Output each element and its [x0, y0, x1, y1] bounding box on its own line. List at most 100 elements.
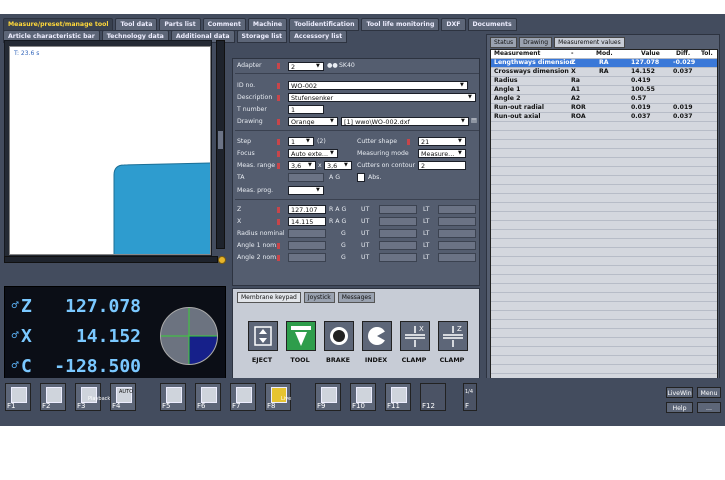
menu-button[interactable]: Menu [697, 387, 721, 398]
id-field[interactable]: WO-002 ▼ [288, 81, 468, 90]
tab-storage-list[interactable]: Storage list [236, 30, 288, 43]
tab-messages[interactable]: Messages [337, 292, 376, 303]
help-button[interactable]: Help [666, 402, 693, 413]
meas-range-a-select[interactable]: 3,6 ▼ [288, 161, 316, 170]
brake-button[interactable] [324, 321, 354, 351]
tab-tool-life-monitoring[interactable]: Tool life monitoring [361, 18, 440, 31]
f1-key[interactable]: F1 [5, 383, 31, 411]
col-value[interactable]: Value [641, 50, 660, 58]
viewer-vertical-scrollbar[interactable] [216, 40, 225, 249]
radius-lt-field[interactable] [438, 229, 476, 238]
x-lt-field[interactable] [438, 217, 476, 226]
measuring-mode-select[interactable]: Measure... ▼ [418, 149, 466, 158]
angle-2-nominal-label: Angle 2 nom. [237, 254, 279, 261]
cutters-on-contour-field[interactable]: 2 [418, 161, 466, 170]
viewer-reset-button[interactable] [218, 256, 226, 264]
meas-prog-select[interactable]: ▼ [288, 186, 324, 195]
tab-accessory-list[interactable]: Accessory list [289, 30, 348, 43]
table-row[interactable]: Angle 2 A2 0.57 [491, 95, 717, 103]
tab-drawing[interactable]: Drawing [519, 37, 553, 48]
meas-range-b-select[interactable]: 3,6 ▼ [324, 161, 352, 170]
table-row[interactable]: Run-out radial ROR 0.019 0.019 [491, 104, 717, 112]
f7-key[interactable]: F7 [230, 383, 256, 411]
col-measurement[interactable]: Measurement [494, 50, 540, 58]
clamp-z-button[interactable]: Z [438, 321, 468, 351]
angle-1-nominal-field[interactable] [288, 241, 326, 250]
radius-ut-field[interactable] [379, 229, 417, 238]
table-row[interactable]: Run-out axial ROA 0.037 0.037 [491, 113, 717, 121]
tab-joystick[interactable]: Joystick [303, 292, 335, 303]
f8-key[interactable]: Live F8 [265, 383, 291, 411]
t-number-label: T number [237, 106, 267, 113]
f11-key[interactable]: F11 [385, 383, 411, 411]
x-nominal-field[interactable]: 14.115 [288, 217, 326, 226]
livewin-button[interactable]: LiveWin [666, 387, 693, 398]
focus-select[interactable]: Auto exte... ▼ [288, 149, 338, 158]
f10-key[interactable]: F10 [350, 383, 376, 411]
tab-membrane-keypad[interactable]: Membrane keypad [237, 292, 301, 303]
angle-2-lt-field[interactable] [438, 253, 476, 262]
measurement-tabs: Status Drawing Measurement values [490, 37, 625, 48]
dro-value: 14.152 [75, 326, 141, 347]
col-symbol[interactable]: - [571, 50, 574, 58]
table-gridline [491, 112, 717, 113]
x-ut-field[interactable] [379, 217, 417, 226]
radius-nominal-field[interactable] [288, 229, 326, 238]
z-flags: R A G [329, 206, 347, 213]
step-select[interactable]: 1 ▼ [288, 137, 314, 146]
f3-key[interactable]: Playback F3 [75, 383, 110, 411]
z-lt-field[interactable] [438, 205, 476, 214]
f5-key[interactable]: F5 [160, 383, 186, 411]
tool-button[interactable] [286, 321, 316, 351]
folder-icon[interactable]: ▤ [471, 117, 477, 124]
ta-ag-flags: A G [329, 174, 340, 181]
ta-field[interactable] [288, 173, 324, 182]
col-diff[interactable]: Diff. [676, 50, 690, 58]
f6-key[interactable]: F6 [195, 383, 221, 411]
t-number-field[interactable]: 1 [288, 105, 324, 114]
clamp-x-button[interactable]: X [400, 321, 430, 351]
viewer-horizontal-scrollbar[interactable] [4, 256, 218, 263]
f12-key[interactable]: F12 [420, 383, 446, 411]
table-row[interactable]: Angle 1 A1 100.55 [491, 86, 717, 94]
col-tol[interactable]: Tol. [701, 50, 713, 58]
dro-value: 127.078 [65, 296, 141, 317]
abs-checkbox[interactable] [357, 173, 365, 182]
cutter-shape-select[interactable]: 21 ▼ [418, 137, 466, 146]
tab-measurement-values[interactable]: Measurement values [554, 37, 625, 48]
drawing-color-select[interactable]: Orange ▼ [288, 117, 338, 126]
z-nominal-field[interactable]: 127.107 [288, 205, 326, 214]
angle-1-ut-label: UT [361, 242, 370, 249]
radius-nominal-label: Radius nominal [237, 230, 285, 237]
drawing-file-select[interactable]: [1] wwo\WO-002.dxf ▼ [341, 117, 469, 126]
col-mod[interactable]: Mod. [596, 50, 613, 58]
table-gridline [491, 67, 717, 68]
f2-key[interactable]: F2 [40, 383, 66, 411]
angle-1-ut-field[interactable] [379, 241, 417, 250]
description-field[interactable]: Stufensenker ▼ [288, 93, 476, 102]
page-key[interactable]: 1/4 F [463, 383, 477, 411]
angle-2-nominal-field[interactable] [288, 253, 326, 262]
tab-documents[interactable]: Documents [467, 18, 517, 31]
table-row[interactable]: Crossways dimension X RA 14.152 0.037 [491, 68, 717, 76]
angle-1-lt-field[interactable] [438, 241, 476, 250]
tab-status[interactable]: Status [490, 37, 518, 48]
f9-key[interactable]: F9 [315, 383, 341, 411]
table-row[interactable]: Radius Ra 0.419 [491, 77, 717, 85]
more-button[interactable]: ... [697, 402, 721, 413]
tab-dxf[interactable]: DXF [441, 18, 466, 31]
adapter-icon: ●● [327, 62, 338, 69]
camera-image[interactable]: T: 23.6 s [9, 46, 211, 255]
table-gridline [491, 175, 717, 176]
eject-button[interactable] [248, 321, 278, 351]
z-ut-field[interactable] [379, 205, 417, 214]
table-gridline [491, 211, 717, 212]
required-marker [277, 119, 280, 125]
angle-2-ut-field[interactable] [379, 253, 417, 262]
table-row[interactable]: Lengthways dimension Z RA 127.078 -0.029 [491, 59, 717, 67]
f4-key[interactable]: AUTO F4 [110, 383, 136, 411]
cutters-on-contour-label: Cutters on contour [357, 162, 416, 169]
adapter-select[interactable]: 2 ▼ [288, 62, 324, 71]
table-gridline [491, 328, 717, 329]
index-button[interactable] [362, 321, 392, 351]
